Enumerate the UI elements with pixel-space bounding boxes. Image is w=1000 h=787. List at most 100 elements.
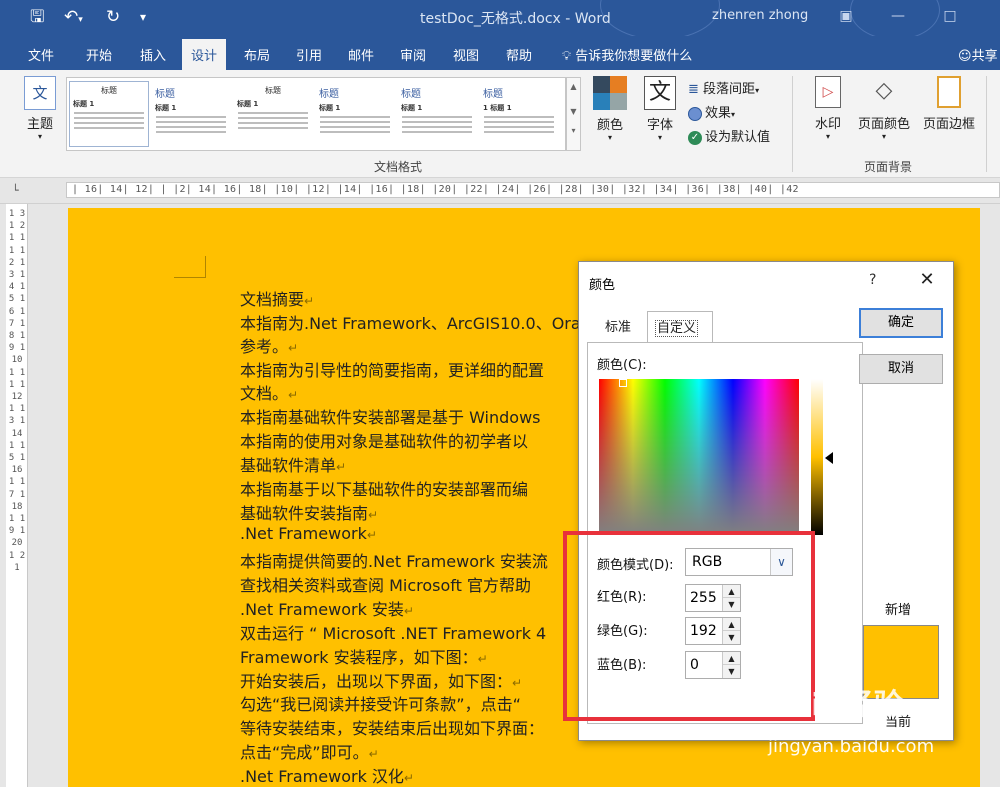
tab-home[interactable]: 开始	[86, 45, 112, 64]
doc-line[interactable]: .Net Framework 汉化↵	[240, 763, 414, 787]
gallery-more-icon[interactable]: ▾	[567, 126, 580, 135]
tab-help[interactable]: 帮助	[506, 45, 532, 64]
page-color-label: 页面颜色	[857, 117, 910, 132]
paragraph-spacing-label: 段落间距	[703, 82, 756, 97]
style-set-gallery[interactable]: 标题 标题 1 标题 标题 1 标题 标题 1 标题 标题 1 标题 标题 1 …	[66, 77, 566, 151]
page-borders-button[interactable]: 页面边框	[918, 76, 980, 132]
doc-line[interactable]: .Net Framework 安装↵	[240, 596, 414, 620]
scroll-down-icon[interactable]: ▼	[567, 107, 580, 116]
style-set-thumb[interactable]: 标题 1 标题 1	[479, 81, 559, 147]
watermark-button[interactable]: ▷ 水印 ▾	[808, 76, 848, 141]
doc-line[interactable]: 本指南基础软件安装部署是基于 Windows	[240, 404, 541, 428]
margin-corner-mark	[174, 256, 206, 278]
cancel-button[interactable]: 取消	[859, 354, 943, 384]
effects-button[interactable]: 效果▾	[688, 102, 735, 121]
doc-line[interactable]: 本指南为引导性的简要指南，更详细的配置	[240, 357, 544, 381]
person-icon: ☺	[958, 49, 972, 64]
share-button[interactable]: ☺共享	[958, 45, 998, 64]
tab-layout[interactable]: 布局	[244, 45, 270, 64]
baidu-url: jingyan.baidu.com	[768, 736, 935, 757]
thumb-title: 标题	[483, 89, 503, 100]
fonts-button[interactable]: 文 字体 ▾	[638, 76, 682, 142]
thumb-heading: 标题 1	[237, 100, 259, 108]
tab-mailings[interactable]: 邮件	[348, 45, 374, 64]
ok-button[interactable]: 确定	[859, 308, 943, 338]
doc-line[interactable]: 本指南的使用对象是基础软件的初学者以	[240, 428, 528, 452]
page-background-group-label: 页面背景	[864, 160, 913, 174]
doc-line[interactable]: 等待安装结束，安装结束后出现如下界面：	[240, 715, 544, 739]
ribbon-display-options-icon[interactable]: ▣	[832, 4, 860, 28]
style-set-thumb[interactable]: 标题 标题 1	[397, 81, 477, 147]
doc-line[interactable]: 文档摘要↵	[240, 286, 314, 310]
doc-line[interactable]: 文档。↵	[240, 380, 298, 404]
new-color-label: 新增	[885, 603, 912, 618]
doc-line[interactable]: 本指南为.Net Framework、ArcGIS10.0、Orac	[240, 310, 589, 334]
baidu-watermark: Bai 经验 jingyan.baidu.com	[768, 680, 988, 770]
themes-label: 主题	[26, 117, 53, 132]
checkmark-icon: ✓	[688, 130, 702, 145]
scroll-up-icon[interactable]: ▲	[567, 82, 580, 91]
doc-line[interactable]: 点击“完成”即可。↵	[240, 739, 379, 763]
ribbon-design: 文 主题 ▾ 标题 标题 1 标题 标题 1 标题 标题 1 标题 标题 1 标…	[0, 70, 1000, 178]
style-set-thumb[interactable]: 标题 标题 1	[233, 81, 313, 147]
themes-button[interactable]: 文 主题 ▾	[20, 76, 60, 141]
tab-references[interactable]: 引用	[296, 45, 322, 64]
tab-custom[interactable]: 自定义	[647, 311, 713, 343]
luminance-arrow-icon[interactable]	[825, 452, 833, 464]
ribbon-tabs: 文件 开始 插入 设计 布局 引用 邮件 审阅 视图 帮助 💡︎ 告诉我你想要做…	[0, 36, 1000, 70]
doc-line[interactable]: 本指南基于以下基础软件的安装部署而编	[240, 476, 528, 500]
colors-picker-label: 颜色(C):	[597, 358, 647, 373]
page-color-button[interactable]: ◇ 页面颜色 ▾	[854, 76, 914, 141]
tab-custom-label: 自定义	[655, 320, 699, 337]
gallery-scroll[interactable]: ▲ ▼ ▾	[566, 77, 581, 151]
quick-access-customize-icon[interactable]: ▾	[140, 6, 146, 28]
close-icon[interactable]: ✕	[915, 269, 939, 291]
paragraph-spacing-button[interactable]: ≣ 段落间距▾	[688, 78, 759, 97]
thumb-heading: 标题 1	[319, 104, 341, 112]
redo-icon[interactable]: ↻	[106, 6, 120, 28]
save-icon[interactable]: 🖫	[30, 6, 44, 28]
colors-button[interactable]: 颜色 ▾	[588, 76, 632, 142]
tell-me-search[interactable]: 💡︎ 告诉我你想要做什么	[562, 45, 692, 64]
effects-icon	[688, 106, 702, 121]
tab-file[interactable]: 文件	[28, 45, 54, 64]
doc-line[interactable]: 双击运行 “ Microsoft .NET Framework 4	[240, 620, 546, 644]
style-set-thumb[interactable]: 标题 标题 1	[151, 81, 231, 147]
thumb-title: 标题	[401, 89, 421, 100]
doc-line[interactable]: 本指南提供简要的.Net Framework 安装流	[240, 548, 548, 572]
doc-line[interactable]: 勾选“我已阅读并接受许可条款”，点击“	[240, 691, 521, 715]
maximize-icon[interactable]: □	[936, 4, 964, 28]
thumb-heading: 1 标题 1	[483, 104, 512, 112]
style-set-thumb[interactable]: 标题 标题 1	[315, 81, 395, 147]
doc-line[interactable]: 参考。↵	[240, 333, 298, 357]
tab-review[interactable]: 审阅	[400, 45, 426, 64]
color-crosshair[interactable]	[619, 379, 627, 387]
group-divider	[986, 76, 987, 172]
help-icon[interactable]: ?	[869, 272, 876, 288]
color-spectrum[interactable]	[599, 379, 799, 535]
tab-insert[interactable]: 插入	[140, 45, 166, 64]
style-set-thumb[interactable]: 标题 标题 1	[69, 81, 149, 147]
doc-line[interactable]: 查找相关资料或查阅 Microsoft 官方帮助	[240, 572, 531, 596]
doc-line[interactable]: .Net Framework↵	[240, 524, 377, 543]
tab-selector-icon[interactable]: └	[12, 184, 19, 197]
thumb-heading: 标题 1	[401, 104, 423, 112]
doc-line[interactable]: 开始安装后，出现以下界面，如下图：↵	[240, 668, 522, 692]
themes-icon: 文	[24, 76, 56, 110]
user-name[interactable]: zhenren zhong	[712, 8, 808, 23]
watermark-icon: ▷	[815, 76, 841, 108]
document-formatting-group-label: 文档格式	[374, 160, 423, 174]
vertical-ruler-ticks: 1 3 1 2 1 1 1 1 2 1 3 1 4 1 5 1 6 1 7 1 …	[8, 209, 26, 573]
set-default-button[interactable]: ✓ 设为默认值	[688, 126, 770, 145]
tab-standard[interactable]: 标准	[605, 316, 631, 335]
tab-design[interactable]: 设计	[182, 39, 227, 70]
luminance-slider[interactable]	[811, 379, 823, 535]
undo-icon[interactable]: ↶▾	[64, 6, 83, 31]
thumb-heading: 标题 1	[155, 104, 177, 112]
tab-view[interactable]: 视图	[453, 45, 479, 64]
doc-line[interactable]: 基础软件清单↵	[240, 452, 346, 476]
doc-line[interactable]: Framework 安装程序，如下图：↵	[240, 644, 488, 668]
tell-me-text: 告诉我你想要做什么	[575, 49, 693, 64]
minimize-icon[interactable]: —	[884, 4, 912, 28]
doc-line[interactable]: 基础软件安装指南↵	[240, 500, 378, 524]
